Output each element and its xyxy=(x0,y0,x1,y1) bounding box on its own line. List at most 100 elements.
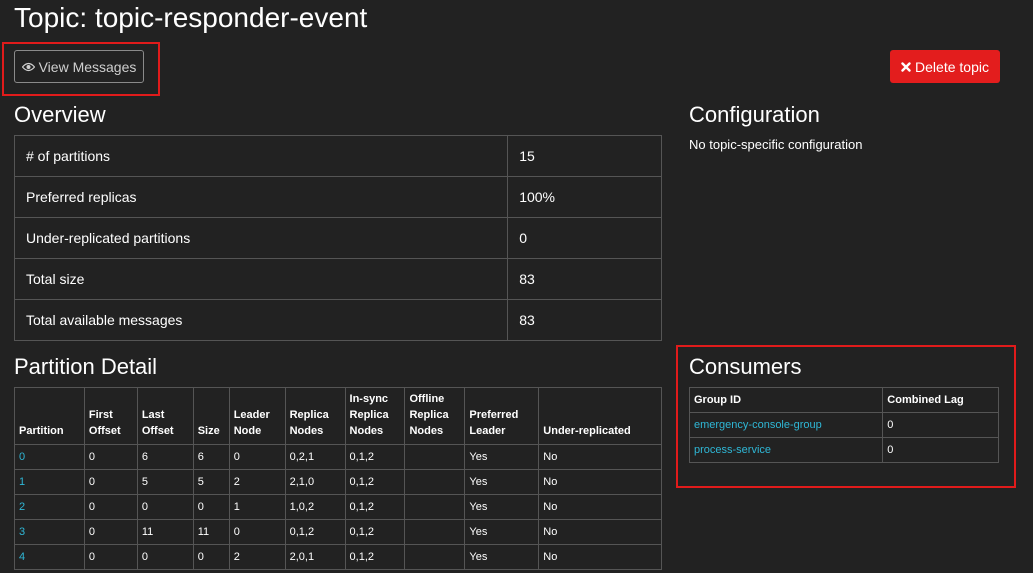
table-row: 1 0 5 5 2 2,1,0 0,1,2 Yes No xyxy=(14,469,662,495)
table-cell xyxy=(404,494,466,520)
overview-label: Total available messages xyxy=(13,299,509,341)
column-header: Offline Replica Nodes xyxy=(404,387,466,445)
table-cell: 0 xyxy=(228,444,286,470)
table-cell: 5 xyxy=(192,469,230,495)
overview-label: Preferred replicas xyxy=(13,176,509,218)
table-cell xyxy=(404,544,466,570)
group-id-cell: emergency-console-group xyxy=(688,412,884,438)
table-row: emergency-console-group 0 xyxy=(688,412,999,438)
table-cell: No xyxy=(538,519,662,545)
consumer-group-link[interactable]: emergency-console-group xyxy=(694,419,822,431)
partition-cell: 0 xyxy=(14,444,85,470)
table-cell: 11 xyxy=(136,519,194,545)
consumers-table: Group ID Combined Lag emergency-console-… xyxy=(688,387,999,463)
table-row: 0 0 6 6 0 0,2,1 0,1,2 Yes No xyxy=(14,444,662,470)
table-row: process-service 0 xyxy=(688,437,999,463)
combined-lag-cell: 0 xyxy=(882,412,999,438)
group-id-cell: process-service xyxy=(688,437,884,463)
overview-label: Total size xyxy=(13,258,509,300)
overview-value: 15 xyxy=(507,135,662,177)
table-cell: 0,2,1 xyxy=(284,444,346,470)
table-cell: 0,1,2 xyxy=(284,519,346,545)
column-header: Combined Lag xyxy=(882,387,999,413)
column-header: Leader Node xyxy=(228,387,286,445)
column-header: Replica Nodes xyxy=(284,387,346,445)
partition-link[interactable]: 2 xyxy=(19,501,25,513)
table-cell: 0 xyxy=(136,544,194,570)
delete-topic-button[interactable]: Delete topic xyxy=(890,50,1000,83)
table-cell: 0,1,2 xyxy=(344,469,406,495)
view-messages-button[interactable]: View Messages xyxy=(14,50,144,83)
overview-label: Under-replicated partitions xyxy=(13,217,509,259)
table-cell: 0 xyxy=(83,494,138,520)
table-row: # of partitions 15 xyxy=(13,135,662,177)
table-cell xyxy=(404,469,466,495)
column-header: Size xyxy=(192,387,230,445)
partition-cell: 4 xyxy=(14,544,85,570)
partition-link[interactable]: 4 xyxy=(19,551,25,563)
page-title: Topic: topic-responder-event xyxy=(14,2,368,33)
table-cell: No xyxy=(538,444,662,470)
table-cell: 2 xyxy=(228,544,286,570)
table-cell: 0 xyxy=(83,544,138,570)
table-header-row: Group ID Combined Lag xyxy=(688,387,999,413)
partition-cell: 2 xyxy=(14,494,85,520)
table-cell xyxy=(404,519,466,545)
table-cell: 0,1,2 xyxy=(344,444,406,470)
overview-label: # of partitions xyxy=(13,135,509,177)
column-header: Group ID xyxy=(688,387,884,413)
table-row: 4 0 0 0 2 2,0,1 0,1,2 Yes No xyxy=(14,544,662,570)
table-cell: 6 xyxy=(136,444,194,470)
table-cell: 11 xyxy=(192,519,230,545)
table-header-row: Partition First Offset Last Offset Size … xyxy=(14,387,662,445)
table-cell: 1 xyxy=(228,494,286,520)
table-cell: 2,0,1 xyxy=(284,544,346,570)
table-cell: 0,1,2 xyxy=(344,494,406,520)
close-icon xyxy=(901,61,911,72)
partition-link[interactable]: 0 xyxy=(19,451,25,463)
table-cell: 0 xyxy=(83,519,138,545)
configuration-text: No topic-specific configuration xyxy=(689,137,863,152)
table-cell: Yes xyxy=(464,494,540,520)
table-cell: 0 xyxy=(192,544,230,570)
table-cell: 0,1,2 xyxy=(344,519,406,545)
eye-icon xyxy=(21,62,35,72)
overview-value: 83 xyxy=(507,258,662,300)
table-cell: 6 xyxy=(192,444,230,470)
table-cell: 0 xyxy=(228,519,286,545)
configuration-heading: Configuration xyxy=(689,102,820,127)
table-cell: 1,0,2 xyxy=(284,494,346,520)
delete-topic-label: Delete topic xyxy=(915,58,989,75)
partition-link[interactable]: 3 xyxy=(19,526,25,538)
overview-value: 83 xyxy=(507,299,662,341)
table-row: 3 0 11 11 0 0,1,2 0,1,2 Yes No xyxy=(14,519,662,545)
partition-cell: 3 xyxy=(14,519,85,545)
column-header: Preferred Leader xyxy=(464,387,540,445)
consumer-group-link[interactable]: process-service xyxy=(694,444,771,456)
table-cell: 0 xyxy=(83,444,138,470)
table-cell: No xyxy=(538,469,662,495)
table-cell: Yes xyxy=(464,469,540,495)
overview-value: 0 xyxy=(507,217,662,259)
table-cell: 0 xyxy=(192,494,230,520)
table-cell: 5 xyxy=(136,469,194,495)
table-cell: 2 xyxy=(228,469,286,495)
view-messages-label: View Messages xyxy=(38,58,137,75)
table-cell: No xyxy=(538,544,662,570)
table-cell: Yes xyxy=(464,544,540,570)
table-row: Total available messages 83 xyxy=(13,299,662,341)
partition-link[interactable]: 1 xyxy=(19,476,25,488)
column-header: Last Offset xyxy=(136,387,194,445)
table-cell: 0 xyxy=(83,469,138,495)
table-row: 2 0 0 0 1 1,0,2 0,1,2 Yes No xyxy=(14,494,662,520)
table-cell xyxy=(404,444,466,470)
table-row: Preferred replicas 100% xyxy=(13,176,662,218)
consumers-heading: Consumers xyxy=(689,354,802,379)
column-header: First Offset xyxy=(83,387,138,445)
table-cell: 0,1,2 xyxy=(344,544,406,570)
partition-cell: 1 xyxy=(14,469,85,495)
table-cell: 2,1,0 xyxy=(284,469,346,495)
partition-detail-heading: Partition Detail xyxy=(14,354,158,379)
combined-lag-cell: 0 xyxy=(882,437,999,463)
table-cell: Yes xyxy=(464,519,540,545)
